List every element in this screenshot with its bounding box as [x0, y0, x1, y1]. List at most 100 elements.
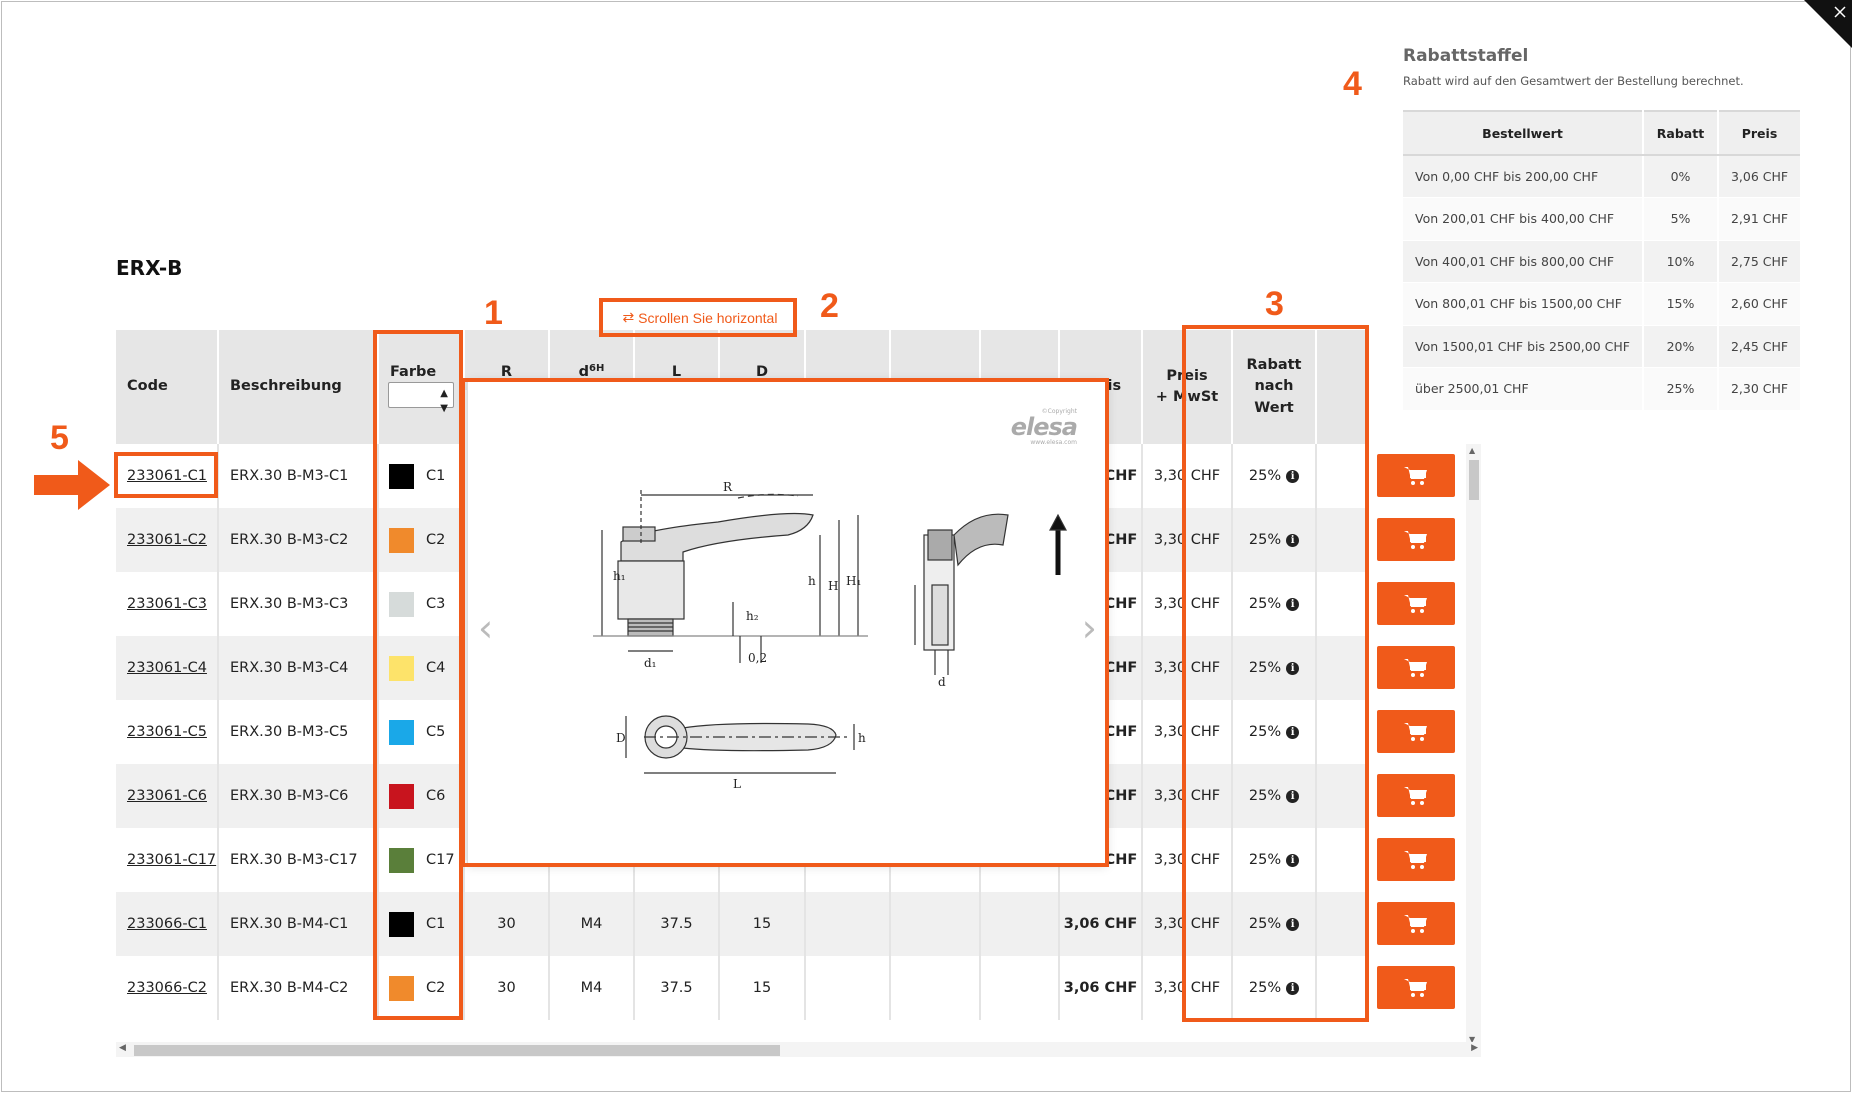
cell-d6h: M4 — [550, 956, 635, 1020]
annotation-number: 3 — [1265, 285, 1284, 323]
cell-text: 30 — [497, 980, 516, 996]
discount-cell: 10% — [1642, 240, 1718, 283]
cell-desc: ERX.30 B-M3-C17 — [219, 828, 379, 892]
discount-cell: Von 0,00 CHF bis 200,00 CHF — [1403, 155, 1643, 198]
discount-header: Bestellwert — [1403, 110, 1644, 156]
horizontal-scroll-thumb[interactable] — [134, 1045, 780, 1056]
discount-cell: 2,30 CHF — [1717, 367, 1800, 411]
cell-e1 — [806, 892, 891, 956]
cell-e3 — [981, 956, 1060, 1020]
cell-text: ERX.30 B-M3-C4 — [230, 660, 349, 676]
discount-header: Preis — [1718, 110, 1800, 156]
discount-cell: 2,45 CHF — [1717, 325, 1800, 368]
cell-d6h: M4 — [550, 892, 635, 956]
add-to-cart-button[interactable] — [1377, 902, 1455, 945]
cart-icon — [1404, 658, 1427, 677]
product-code-link[interactable]: 233061-C4 — [127, 660, 207, 676]
page-title: ERX-B — [116, 256, 183, 280]
cell-text: M4 — [580, 916, 603, 932]
discount-cell: Von 800,01 CHF bis 1500,00 CHF — [1403, 282, 1643, 326]
cell-code: 233061-C6 — [116, 764, 219, 828]
vertical-scroll-thumb[interactable] — [1469, 460, 1479, 500]
cell-e2 — [891, 956, 981, 1020]
cell-text: 15 — [752, 980, 772, 996]
cart-icon — [1404, 466, 1427, 485]
cell-desc: ERX.30 B-M3-C6 — [219, 764, 379, 828]
cell-code: 233061-C5 — [116, 700, 219, 764]
arrow-right-icon — [34, 460, 110, 510]
product-code-link[interactable]: 233061-C2 — [127, 532, 207, 548]
add-to-cart-button[interactable] — [1377, 454, 1455, 497]
cell-desc: ERX.30 B-M3-C2 — [219, 508, 379, 572]
cart-icon — [1404, 530, 1427, 549]
discount-cell: 2,60 CHF — [1717, 282, 1800, 326]
scroll-left-icon[interactable]: ◀ — [119, 1043, 126, 1053]
add-to-cart-button[interactable] — [1377, 710, 1455, 753]
scroll-right-icon[interactable]: ▶ — [1471, 1043, 1478, 1053]
cell-code: 233061-C2 — [116, 508, 219, 572]
cell-price: 3,06 CHF — [1060, 892, 1143, 956]
add-to-cart-button[interactable] — [1377, 774, 1455, 817]
product-code-link[interactable]: 233066-C1 — [127, 916, 207, 932]
discount-cell: 2,91 CHF — [1717, 197, 1800, 241]
highlight-code — [114, 452, 218, 498]
cell-text: ERX.30 B-M3-C17 — [230, 852, 358, 868]
cart-icon — [1404, 850, 1427, 869]
cell-text: ERX.30 B-M3-C2 — [230, 532, 349, 548]
product-code-link[interactable]: 233066-C2 — [127, 980, 207, 996]
product-code-link[interactable]: 233061-C17 — [127, 852, 216, 868]
header-beschreibung[interactable]: Beschreibung — [219, 330, 379, 444]
discount-cell: Von 200,01 CHF bis 400,00 CHF — [1403, 197, 1643, 241]
add-to-cart-button[interactable] — [1377, 518, 1455, 561]
highlight-farbe — [373, 330, 463, 1020]
cell-text: 37.5 — [660, 916, 693, 932]
add-to-cart-button[interactable] — [1377, 966, 1455, 1009]
cell-d: 15 — [720, 956, 806, 1020]
add-to-cart-button[interactable] — [1377, 646, 1455, 689]
discount-cell: 15% — [1642, 282, 1718, 326]
discount-cell: Von 400,01 CHF bis 800,00 CHF — [1403, 240, 1643, 283]
add-to-cart-button[interactable] — [1377, 582, 1455, 625]
cell-desc: ERX.30 B-M4-C1 — [219, 892, 379, 956]
discount-cell: 20% — [1642, 325, 1718, 368]
cell-text: ERX.30 B-M3-C3 — [230, 596, 349, 612]
annotation-number: 2 — [820, 287, 839, 325]
cell-code: 233061-C17 — [116, 828, 219, 892]
scroll-horizontal-hint[interactable]: ⇄ Scrollen Sie horizontal — [606, 300, 794, 335]
cell-e2 — [891, 892, 981, 956]
add-to-cart-button[interactable] — [1377, 838, 1455, 881]
discount-row: Von 200,01 CHF bis 400,00 CHF 5% 2,91 CHF — [1403, 197, 1800, 241]
cart-icon — [1404, 722, 1427, 741]
cell-text: ERX.30 B-M3-C1 — [230, 468, 349, 484]
product-code-link[interactable]: 233061-C6 — [127, 788, 207, 804]
cell-e3 — [981, 892, 1060, 956]
cell-code: 233061-C3 — [116, 572, 219, 636]
product-code-link[interactable]: 233061-C3 — [127, 596, 207, 612]
product-code-link[interactable]: 233061-C5 — [127, 724, 207, 740]
discount-cell: 3,06 CHF — [1717, 155, 1800, 198]
discount-note: Rabatt wird auf den Gesamtwert der Beste… — [1403, 74, 1744, 88]
discount-cell: 25% — [1642, 367, 1718, 411]
cell-price: 3,06 CHF — [1060, 956, 1143, 1020]
close-icon[interactable] — [1804, 0, 1852, 48]
cell-text: 15 — [752, 916, 772, 932]
cart-icon — [1404, 914, 1427, 933]
cell-desc: ERX.30 B-M4-C2 — [219, 956, 379, 1020]
vertical-scrollbar[interactable]: ▲ ▼ — [1466, 444, 1481, 1046]
scroll-hint-text: Scrollen Sie horizontal — [638, 309, 778, 326]
cell-code: 233061-C4 — [116, 636, 219, 700]
table-row: 233066-C2 ERX.30 B-M4-C2 C2 30 M4 37.5 15 3,06 … — [116, 956, 1366, 1020]
discount-row: Von 800,01 CHF bis 1500,00 CHF 15% 2,60 CH… — [1403, 282, 1800, 326]
cell-text: ERX.30 B-M3-C6 — [230, 788, 349, 804]
annotation-number: 4 — [1343, 65, 1362, 103]
cell-code: 233066-C1 — [116, 892, 219, 956]
horizontal-scrollbar[interactable]: ◀ ▶ — [116, 1042, 1481, 1057]
cell-desc: ERX.30 B-M3-C4 — [219, 636, 379, 700]
header-code[interactable]: Code — [116, 330, 219, 444]
scroll-up-icon[interactable]: ▲ — [1469, 446, 1475, 455]
cell-text: ERX.30 B-M4-C1 — [230, 916, 349, 932]
annotation-number: 1 — [484, 294, 503, 332]
cell-d: 15 — [720, 892, 806, 956]
highlight-prices — [1182, 325, 1369, 1022]
cell-text: 3,06 CHF — [1063, 980, 1138, 996]
